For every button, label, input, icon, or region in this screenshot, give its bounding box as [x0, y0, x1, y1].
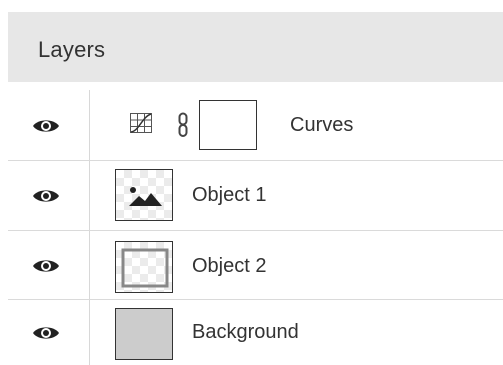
eye-icon[interactable] — [32, 117, 60, 135]
row-divider — [89, 231, 90, 299]
row-divider — [89, 90, 90, 160]
layer-row-background[interactable]: Background — [8, 300, 503, 365]
layers-panel: Layers Curves Object 1 Object 2 Backgrou… — [0, 0, 503, 365]
layer-name: Curves — [290, 114, 354, 136]
layer-thumbnail[interactable] — [115, 241, 173, 293]
layer-row-curves[interactable]: Curves — [8, 90, 503, 161]
layer-name: Object 1 — [192, 184, 267, 206]
layer-thumbnail[interactable] — [115, 169, 173, 221]
layer-row-object-1[interactable]: Object 1 — [8, 161, 503, 231]
panel-title: Layers — [38, 37, 106, 62]
eye-icon[interactable] — [32, 257, 60, 275]
eye-icon[interactable] — [32, 324, 60, 342]
row-divider — [89, 161, 90, 230]
eye-icon[interactable] — [32, 187, 60, 205]
frame-icon — [121, 248, 169, 288]
layer-mask-thumbnail[interactable] — [199, 100, 257, 150]
layers-panel-header: Layers — [8, 12, 503, 82]
layer-thumbnail[interactable] — [115, 308, 173, 360]
layer-name: Object 2 — [192, 255, 267, 277]
layers-list: Curves Object 1 Object 2 Background — [8, 90, 503, 365]
layer-name: Background — [192, 321, 299, 343]
image-icon — [129, 187, 162, 206]
row-divider — [89, 300, 90, 365]
layer-row-object-2[interactable]: Object 2 — [8, 231, 503, 300]
chain-link-icon[interactable] — [178, 112, 188, 138]
curves-icon — [130, 113, 152, 133]
